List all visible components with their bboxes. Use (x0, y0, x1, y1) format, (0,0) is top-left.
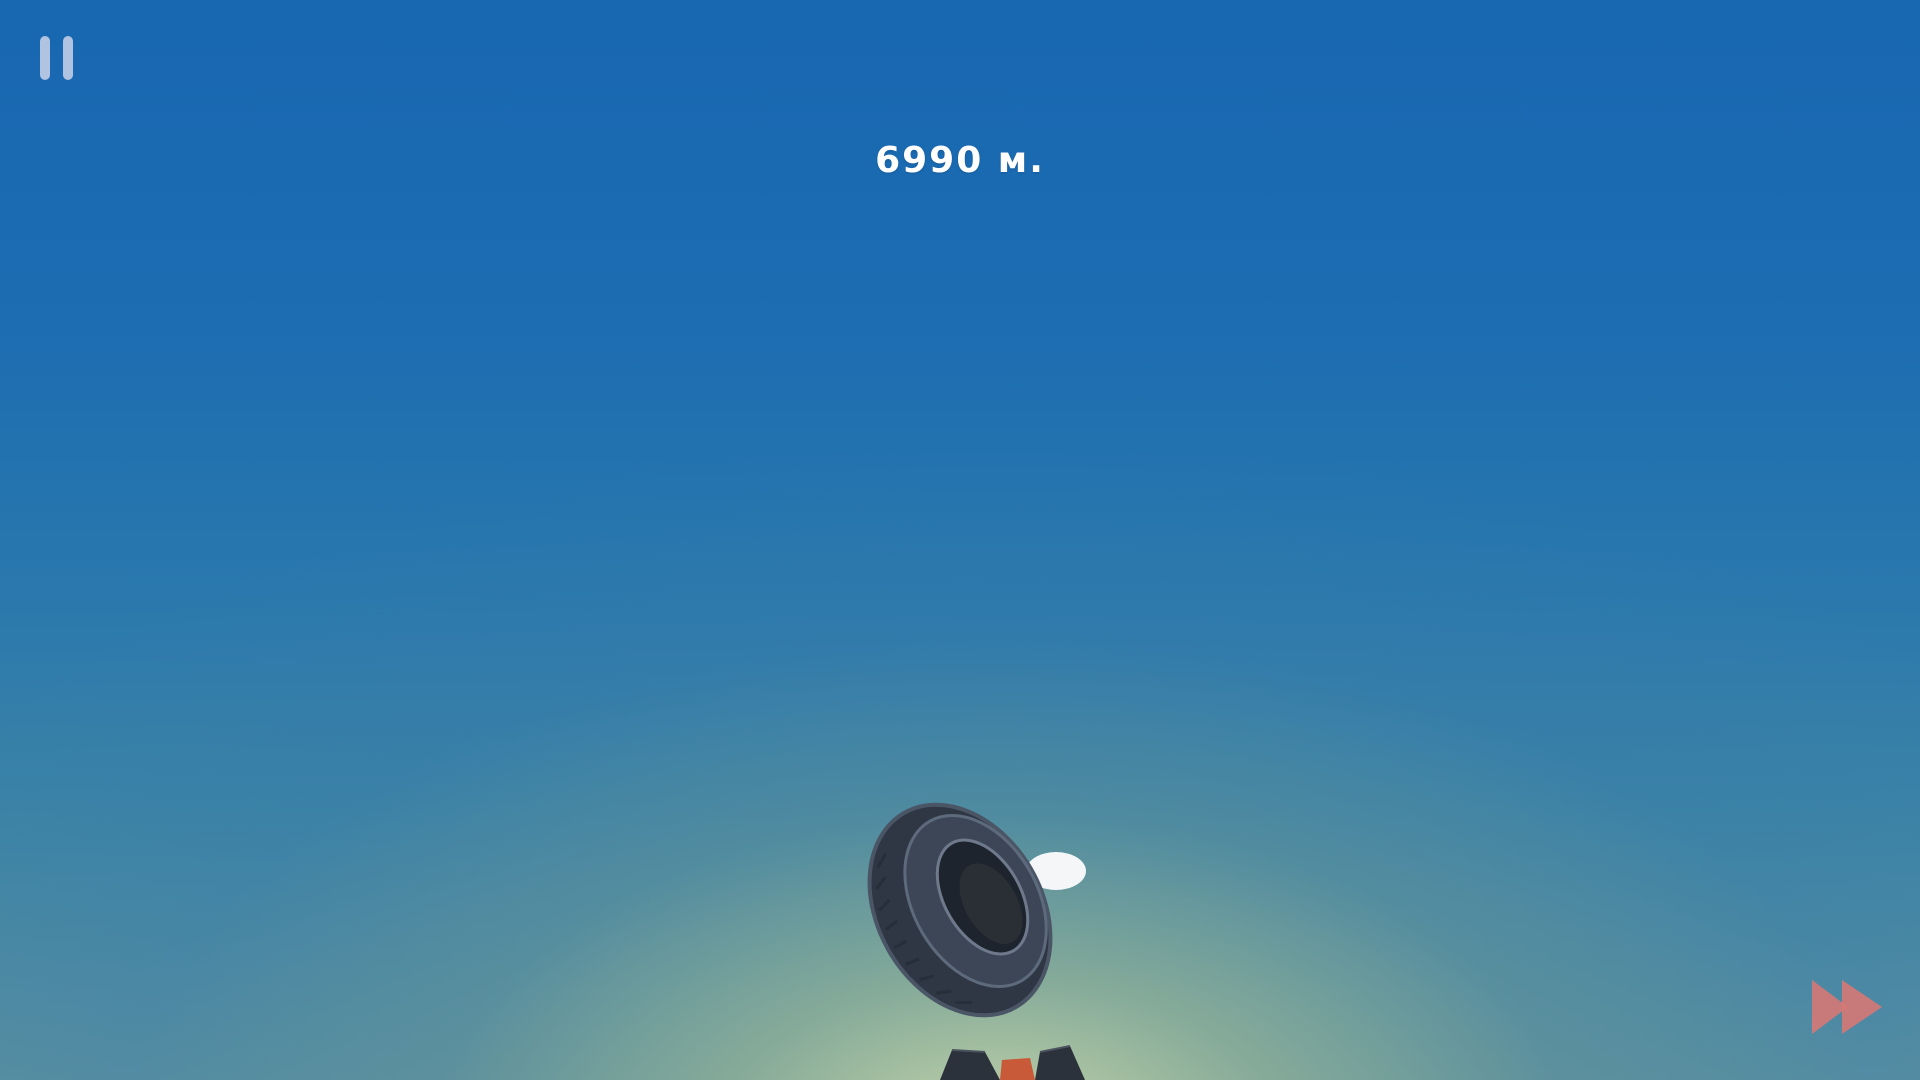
fast-forward-icon (1812, 980, 1882, 1034)
tire-player (867, 802, 1053, 1018)
tire-launcher-graphic (867, 802, 1086, 1080)
launcher-base (940, 1045, 1085, 1080)
game-scene (840, 770, 1160, 1080)
distance-readout: 6990 м. (875, 140, 1045, 181)
pause-icon (40, 36, 50, 80)
pause-icon-bar (63, 36, 73, 80)
fast-forward-button[interactable] (1808, 976, 1886, 1038)
pause-button[interactable] (38, 34, 78, 82)
